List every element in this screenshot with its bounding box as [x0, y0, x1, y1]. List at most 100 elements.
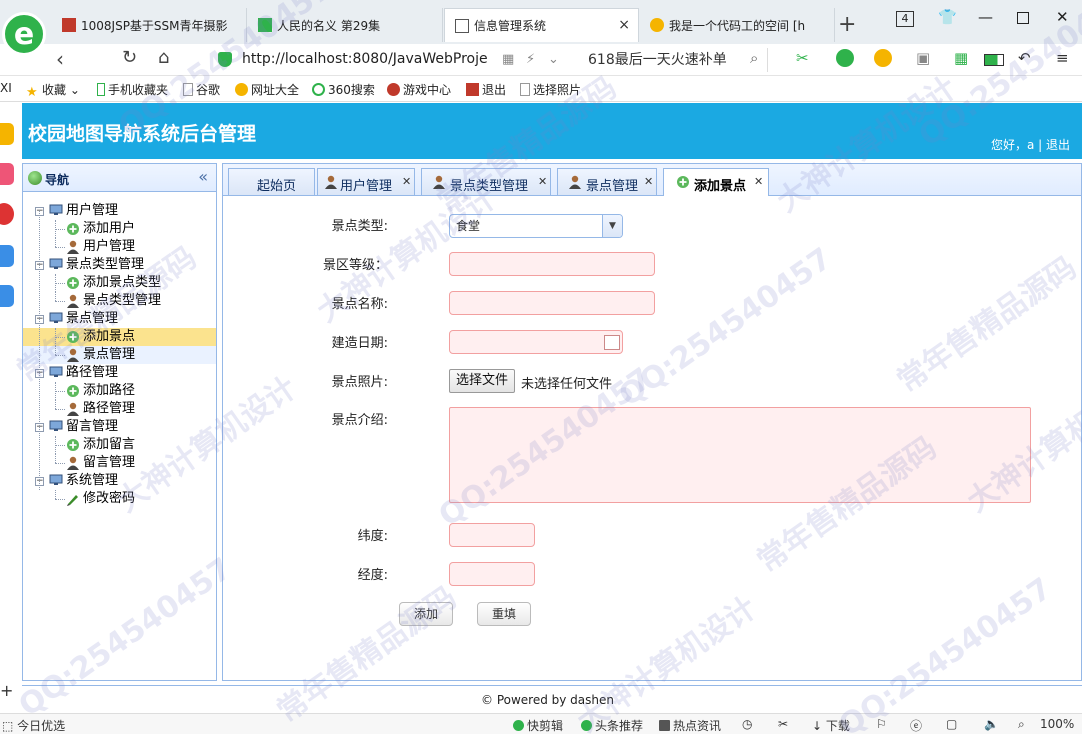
- chevron-down-icon[interactable]: ⌄: [548, 52, 559, 67]
- undo-icon[interactable]: ↶: [1018, 49, 1031, 67]
- skin-icon[interactable]: 👕: [938, 8, 957, 26]
- add-button[interactable]: 添加: [399, 602, 453, 626]
- status-item-download[interactable]: ↓ 下载: [812, 717, 850, 734]
- tab-add-spot[interactable]: 添加景点 ✕: [663, 168, 769, 196]
- tab-label: 起始页: [257, 179, 297, 194]
- history-icon[interactable]: ◷: [742, 717, 752, 731]
- bookmark-mobile[interactable]: 手机收藏夹: [97, 81, 168, 98]
- back-icon[interactable]: ‹: [56, 47, 64, 71]
- bookmark-google[interactable]: 谷歌: [183, 81, 220, 98]
- status-item-news[interactable]: 热点资讯: [659, 717, 721, 734]
- browser-tab-3[interactable]: 信息管理系统 ×: [444, 8, 639, 42]
- tree-group-0[interactable]: − 用户管理: [23, 202, 216, 220]
- sidebar-app-icon[interactable]: [0, 163, 14, 185]
- status-item-headline[interactable]: 头条推荐: [581, 717, 643, 734]
- spot-level-input[interactable]: [449, 252, 655, 276]
- maximize-icon[interactable]: [1017, 12, 1029, 24]
- zoom-icon[interactable]: ⌕: [1018, 717, 1025, 732]
- tree-item[interactable]: 添加景点: [23, 328, 216, 346]
- tab-close-icon[interactable]: ✕: [538, 175, 547, 188]
- doc-icon[interactable]: [0, 285, 14, 307]
- status-left[interactable]: ⬚ 今日优选: [2, 717, 65, 734]
- image-icon[interactable]: ▣: [916, 49, 930, 67]
- tree-item[interactable]: 用户管理: [23, 238, 216, 256]
- tree-item[interactable]: 留言管理: [23, 454, 216, 472]
- tree-group-2[interactable]: − 景点管理: [23, 310, 216, 328]
- window-icon[interactable]: ▢: [946, 717, 957, 731]
- zoom-level[interactable]: 100%: [1040, 717, 1074, 731]
- tree-item[interactable]: 修改密码: [23, 490, 216, 508]
- bookmark-favorites[interactable]: ★ 收藏 ⌄: [26, 81, 80, 100]
- calendar-icon[interactable]: [604, 335, 620, 350]
- bookmark-photos[interactable]: 选择照片: [520, 81, 581, 98]
- tree-group-4[interactable]: − 留言管理: [23, 418, 216, 436]
- close-tab-icon[interactable]: ×: [618, 17, 630, 33]
- reload-icon[interactable]: ↻: [122, 47, 137, 68]
- chevron-down-icon[interactable]: ▼: [602, 215, 622, 237]
- tab-close-icon[interactable]: ✕: [644, 175, 653, 188]
- tree-item[interactable]: 添加留言: [23, 436, 216, 454]
- tab-user-manage[interactable]: 用户管理 ✕: [317, 168, 415, 195]
- url-text[interactable]: http://localhost:8080/JavaWebProje: [242, 51, 488, 67]
- tab-count-badge[interactable]: 4: [896, 11, 914, 27]
- add-icon[interactable]: +: [0, 681, 20, 703]
- tree-group-5[interactable]: − 系统管理: [23, 472, 216, 490]
- tree-item[interactable]: 景点类型管理: [23, 292, 216, 310]
- flag-icon[interactable]: ⚐: [876, 717, 887, 731]
- scissor-small-icon[interactable]: ✂: [778, 717, 788, 731]
- build-date-input[interactable]: [449, 330, 623, 354]
- qr-code-icon[interactable]: ▦: [502, 52, 514, 67]
- chat-icon[interactable]: [0, 245, 14, 267]
- new-tab-button[interactable]: +: [838, 12, 856, 37]
- translate-icon[interactable]: [836, 49, 854, 67]
- browser-tab-1[interactable]: 1008JSP基于SSM青年摄影: [52, 8, 247, 42]
- tab-home[interactable]: 起始页: [228, 168, 315, 195]
- choose-file-button[interactable]: 选择文件: [449, 369, 516, 393]
- coin-icon[interactable]: [874, 49, 892, 67]
- weibo-icon[interactable]: [0, 203, 14, 225]
- home-icon[interactable]: ⌂: [158, 47, 169, 68]
- longitude-input[interactable]: [449, 562, 535, 586]
- search-icon[interactable]: ⌕: [750, 49, 758, 67]
- tree-item[interactable]: 路径管理: [23, 400, 216, 418]
- reset-button[interactable]: 重填: [477, 602, 531, 626]
- tab-close-icon[interactable]: ✕: [402, 175, 411, 188]
- sidebar-app-icon[interactable]: [0, 123, 14, 145]
- tab-close-icon[interactable]: ✕: [754, 175, 763, 188]
- spot-intro-textarea[interactable]: [449, 407, 1031, 503]
- status-item-label: 下载: [825, 719, 850, 733]
- browser-tab-4[interactable]: 我是一个代码工的空间 [h: [640, 8, 835, 42]
- spot-name-input[interactable]: [449, 291, 655, 315]
- apps-icon[interactable]: ▦: [954, 49, 968, 67]
- search-promo-text[interactable]: 618最后一天火速补单: [588, 49, 727, 69]
- tree-item[interactable]: 添加用户: [23, 220, 216, 238]
- tree-group-3[interactable]: − 路径管理: [23, 364, 216, 382]
- tree-item[interactable]: 景点管理: [23, 346, 216, 364]
- speaker-icon[interactable]: 🔈: [984, 717, 999, 731]
- menu-icon[interactable]: ≡: [1056, 49, 1069, 67]
- bookmark-exit[interactable]: 退出: [466, 81, 506, 98]
- lightning-icon[interactable]: ⚡: [526, 52, 535, 67]
- tab-spot-type-manage[interactable]: 景点类型管理 ✕: [421, 168, 551, 195]
- tree-connector: [55, 499, 65, 500]
- browser-logo[interactable]: e: [2, 12, 46, 56]
- browser-e-icon[interactable]: ⓔ: [910, 717, 922, 734]
- latitude-input[interactable]: [449, 523, 535, 547]
- spot-type-select[interactable]: 食堂 ▼: [449, 214, 623, 238]
- browser-tab-2[interactable]: 人民的名义 第29集: [248, 8, 443, 42]
- tree-connector: [55, 346, 56, 355]
- bookmark-games[interactable]: 游戏中心: [387, 81, 451, 98]
- collapse-icon[interactable]: «: [198, 167, 208, 186]
- bookmark-360[interactable]: 360搜索: [312, 81, 375, 98]
- status-item-clip[interactable]: 快剪辑: [513, 717, 563, 734]
- tree-item[interactable]: 添加路径: [23, 382, 216, 400]
- tree-item[interactable]: 添加景点类型: [23, 274, 216, 292]
- scissors-icon[interactable]: ✂: [796, 49, 809, 67]
- logout-link[interactable]: 退出: [1046, 138, 1070, 152]
- tree-group-1[interactable]: − 景点类型管理: [23, 256, 216, 274]
- monitor-icon: [49, 366, 63, 378]
- window-close-icon[interactable]: ✕: [1056, 8, 1069, 26]
- bookmark-nav[interactable]: 网址大全: [235, 81, 299, 98]
- tab-spot-manage[interactable]: 景点管理 ✕: [557, 168, 657, 195]
- minimize-icon[interactable]: —: [978, 8, 993, 26]
